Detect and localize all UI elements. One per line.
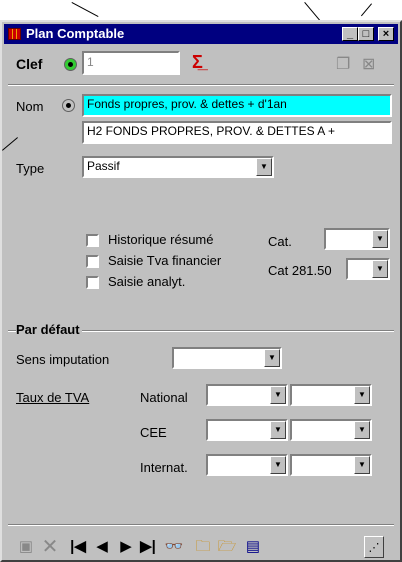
- internat-label: Internat.: [140, 460, 188, 475]
- type-value: Passif: [87, 159, 120, 173]
- cat281-label: Cat 281.50: [268, 263, 332, 278]
- nom-label: Nom: [16, 99, 44, 114]
- divider: [8, 84, 394, 86]
- historique-label: Historique résumé: [108, 232, 214, 247]
- clef-radio[interactable]: [64, 58, 77, 71]
- tva-financier-label: Saisie Tva financier: [108, 253, 222, 268]
- analyt-label: Saisie analyt.: [108, 274, 186, 289]
- sum-icon[interactable]: Σ̲: [192, 52, 203, 73]
- cat-label: Cat.: [268, 234, 292, 249]
- report-icon[interactable]: ▤: [242, 536, 264, 558]
- internat-select-2[interactable]: ▼: [290, 454, 372, 476]
- cee-select-2[interactable]: ▼: [290, 419, 372, 441]
- analyt-checkbox[interactable]: [86, 276, 99, 289]
- nom-input[interactable]: Fonds propres, prov. & dettes + d'1an: [82, 94, 392, 117]
- toolbar-divider: [8, 524, 394, 526]
- chevron-down-icon[interactable]: ▼: [270, 421, 286, 439]
- open-folder-icon[interactable]: 🗁: [216, 536, 238, 558]
- next-record-icon[interactable]: ▶: [116, 536, 136, 558]
- cee-select-1[interactable]: ▼: [206, 419, 288, 441]
- annotation-arrow: [71, 2, 99, 17]
- clef-input[interactable]: 1: [82, 51, 180, 75]
- nom-input-2[interactable]: H2 FONDS PROPRES, PROV. & DETTES A +: [82, 121, 392, 144]
- cat-select[interactable]: ▼: [324, 228, 390, 250]
- cee-label: CEE: [140, 425, 167, 440]
- chevron-down-icon[interactable]: ▼: [354, 456, 370, 474]
- window-title: Plan Comptable: [26, 26, 125, 41]
- par-defaut-title: Par défaut: [16, 322, 82, 337]
- historique-checkbox[interactable]: [86, 234, 99, 247]
- taux-tva-link[interactable]: Taux de TVA: [16, 390, 89, 405]
- tva-financier-checkbox[interactable]: [86, 255, 99, 268]
- chevron-down-icon[interactable]: ▼: [270, 386, 286, 404]
- internat-select-1[interactable]: ▼: [206, 454, 288, 476]
- minimize-button[interactable]: _: [342, 27, 358, 41]
- cancel-icon[interactable]: ✕: [40, 536, 60, 558]
- last-record-icon[interactable]: ▶|: [138, 536, 158, 558]
- sens-label: Sens imputation: [16, 352, 110, 367]
- close-button[interactable]: ×: [378, 27, 394, 41]
- add-folder-icon[interactable]: 🗀: [192, 536, 214, 558]
- plan-comptable-window: Plan Comptable _ □ × Clef 1 Σ̲ ❐ ⊠ Nom F…: [0, 20, 402, 562]
- chevron-down-icon[interactable]: ▼: [264, 349, 280, 367]
- app-icon: [8, 28, 21, 40]
- chevron-down-icon[interactable]: ▼: [372, 230, 388, 248]
- resize-icon[interactable]: ⋰: [364, 536, 384, 558]
- chevron-down-icon[interactable]: ▼: [372, 260, 388, 278]
- chevron-down-icon[interactable]: ▼: [354, 386, 370, 404]
- national-label: National: [140, 390, 188, 405]
- copy-icon[interactable]: ❐: [336, 54, 350, 74]
- first-record-icon[interactable]: |◀: [68, 536, 88, 558]
- type-label: Type: [16, 161, 45, 176]
- search-binoculars-icon[interactable]: 👓: [162, 536, 186, 558]
- nom-radio[interactable]: [62, 99, 75, 112]
- maximize-button[interactable]: □: [358, 27, 374, 41]
- clef-label: Clef: [16, 56, 43, 72]
- sens-select[interactable]: ▼: [172, 347, 282, 369]
- delete-record-icon[interactable]: ⊠: [362, 54, 375, 74]
- annotation-arrow: [304, 2, 322, 22]
- previous-record-icon[interactable]: ◀: [92, 536, 112, 558]
- save-icon[interactable]: ▣: [16, 536, 36, 558]
- chevron-down-icon[interactable]: ▼: [270, 456, 286, 474]
- national-select-2[interactable]: ▼: [290, 384, 372, 406]
- national-select-1[interactable]: ▼: [206, 384, 288, 406]
- chevron-down-icon[interactable]: ▼: [354, 421, 370, 439]
- chevron-down-icon[interactable]: ▼: [256, 158, 272, 176]
- cat281-select[interactable]: ▼: [346, 258, 390, 280]
- title-bar[interactable]: Plan Comptable _ □ ×: [4, 24, 398, 44]
- type-select[interactable]: Passif ▼: [82, 156, 274, 178]
- annotation-arrow: [360, 3, 372, 17]
